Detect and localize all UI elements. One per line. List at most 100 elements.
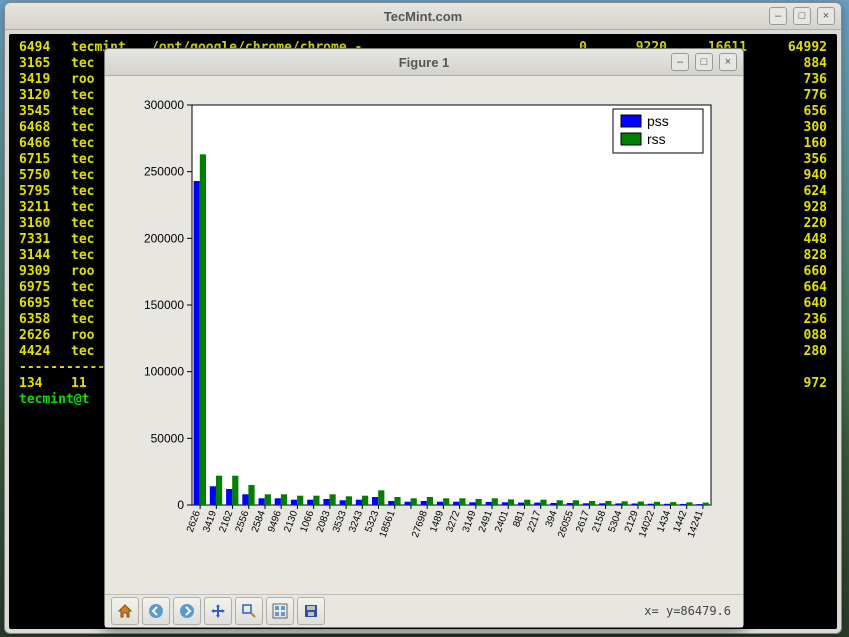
x-tick-label: 27698 [410,509,430,539]
bar-pss [194,181,200,505]
desktop: TecMint.com – □ × 6494tecmint/opt/google… [0,0,849,637]
bar-rss [492,498,498,505]
back-button[interactable] [142,597,170,625]
bar-rss [427,497,433,505]
y-tick-label: 150000 [144,298,184,312]
terminal-titlebar[interactable]: TecMint.com – □ × [5,3,841,30]
bar-rss [686,502,692,505]
close-button[interactable]: × [719,53,737,71]
bar-rss [605,501,611,505]
bar-pss [583,503,589,505]
bar-pss [534,503,540,505]
bar-rss [378,490,384,505]
figure-window: Figure 1 – □ × 0 50000 100000 150000 200000 2… [104,48,744,628]
bar-rss [703,503,709,505]
forward-button[interactable] [173,597,201,625]
y-tick-label: 100000 [144,365,184,379]
bar-rss [638,502,644,506]
x-tick-label: 881 [511,509,527,529]
bar-rss [654,502,660,505]
bar-rss [346,496,352,505]
bar-rss [200,154,206,505]
terminal-title: TecMint.com [5,9,841,24]
close-button[interactable]: × [817,7,835,25]
bar-rss [508,499,514,505]
bar-rss [297,496,303,505]
bar-pss [680,504,686,505]
bar-rss [476,499,482,505]
x-tick-label: 2401 [493,509,511,534]
bar-pss [259,498,265,505]
bar-rss [248,485,254,505]
bar-pss [486,502,492,505]
bar-pss [648,504,654,505]
bar-rss [394,497,400,505]
floppy-icon [303,603,319,619]
bar-pss [307,500,313,505]
bar-pss [632,504,638,506]
home-button[interactable] [111,597,139,625]
bar-pss [210,486,216,505]
bar-rss [281,494,287,505]
arrow-left-icon [148,603,164,619]
pan-button[interactable] [204,597,232,625]
y-tick-label: 300000 [144,98,184,112]
bar-rss [411,498,417,505]
y-tick-label: 250000 [144,165,184,179]
save-button[interactable] [297,597,325,625]
bar-pss [502,502,508,505]
bar-pss [405,502,411,505]
figure-titlebar[interactable]: Figure 1 – □ × [105,49,743,76]
mpl-toolbar: x= y=86479.6 [105,594,743,627]
maximize-button[interactable]: □ [695,53,713,71]
x-tick-label: 2217 [526,509,544,534]
move-icon [210,603,226,619]
zoom-icon [241,603,257,619]
subplots-icon [272,603,288,619]
bar-pss [356,500,362,505]
bar-rss [573,500,579,505]
bar-pss [599,503,605,505]
bar-pss [453,502,459,505]
y-tick-label: 50000 [151,431,185,445]
bar-rss [540,500,546,505]
bar-pss [664,504,670,505]
bar-pss [518,503,524,505]
bar-pss [340,500,346,505]
figure-title: Figure 1 [105,55,743,70]
bar-pss [275,498,281,505]
zoom-button[interactable] [235,597,263,625]
bar-rss [265,494,271,505]
bar-pss [372,497,378,505]
y-tick-label: 0 [177,498,184,512]
legend-label: pss [647,113,669,129]
home-icon [117,603,133,619]
bar-pss [242,494,248,505]
minimize-button[interactable]: – [769,7,787,25]
x-tick-label: 394 [544,509,560,529]
maximize-button[interactable]: □ [793,7,811,25]
bar-rss [313,496,319,505]
bar-pss [469,502,475,505]
cursor-coords: x= y=86479.6 [644,604,731,618]
bar-pss [226,489,232,505]
bar-rss [232,476,238,505]
bar-pss [388,501,394,505]
bar-pss [615,503,621,505]
minimize-button[interactable]: – [671,53,689,71]
bar-pss [550,503,556,505]
bar-rss [330,494,336,505]
legend-label: rss [647,131,666,147]
bar-pss [567,503,573,505]
bar-rss [443,498,449,505]
bar-pss [437,502,443,505]
y-tick-label: 200000 [144,231,184,245]
bar-pss [421,501,427,505]
subplots-button[interactable] [266,597,294,625]
bar-rss [459,498,465,505]
bar-rss [589,501,595,505]
bar-pss [291,500,297,505]
bar-pss [696,504,702,505]
figure-canvas: 0500001000001500002000002500003000002626… [105,76,743,594]
chart-plot: 0500001000001500002000002500003000002626… [112,85,736,585]
